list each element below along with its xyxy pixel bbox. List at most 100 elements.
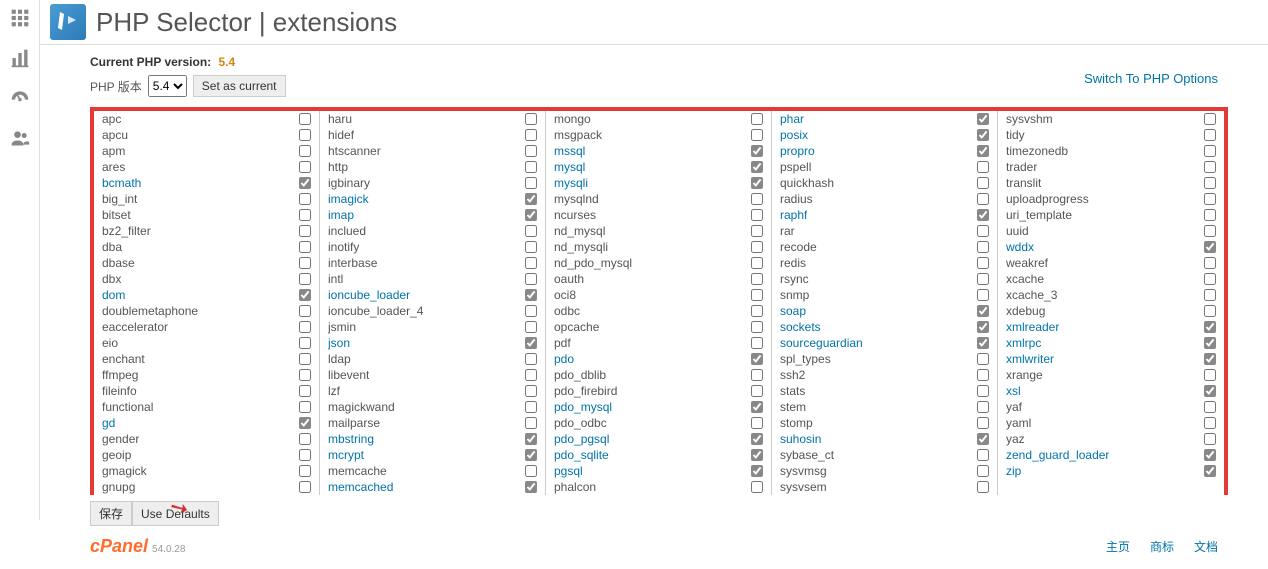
extension-checkbox[interactable] — [525, 161, 537, 173]
extension-checkbox[interactable] — [977, 401, 989, 413]
extension-item[interactable]: ssh2 — [772, 367, 997, 383]
extension-item[interactable]: sybase_ct — [772, 447, 997, 463]
extension-item[interactable]: zend_guard_loader — [998, 447, 1224, 463]
extension-item[interactable]: pdo_odbc — [546, 415, 771, 431]
extension-checkbox[interactable] — [977, 257, 989, 269]
extension-checkbox[interactable] — [299, 241, 311, 253]
extension-item[interactable]: magickwand — [320, 399, 545, 415]
extension-item[interactable]: yaf — [998, 399, 1224, 415]
extension-item[interactable]: stem — [772, 399, 997, 415]
extension-item[interactable]: mysqli — [546, 175, 771, 191]
extension-checkbox[interactable] — [299, 401, 311, 413]
extension-item[interactable]: xcache — [998, 271, 1224, 287]
extension-item[interactable]: gd — [94, 415, 319, 431]
extension-checkbox[interactable] — [977, 145, 989, 157]
extension-checkbox[interactable] — [751, 113, 763, 125]
extension-checkbox[interactable] — [751, 401, 763, 413]
extension-checkbox[interactable] — [1204, 433, 1216, 445]
extension-item[interactable]: nd_mysql — [546, 223, 771, 239]
extension-checkbox[interactable] — [1204, 369, 1216, 381]
extension-item[interactable]: dbx — [94, 271, 319, 287]
extension-checkbox[interactable] — [751, 129, 763, 141]
extension-checkbox[interactable] — [1204, 321, 1216, 333]
extension-checkbox[interactable] — [299, 289, 311, 301]
extension-item[interactable]: rsync — [772, 271, 997, 287]
extension-checkbox[interactable] — [299, 353, 311, 365]
extension-checkbox[interactable] — [1204, 353, 1216, 365]
extension-item[interactable]: imap — [320, 207, 545, 223]
extension-checkbox[interactable] — [1204, 257, 1216, 269]
extension-checkbox[interactable] — [977, 177, 989, 189]
extension-item[interactable]: sourceguardian — [772, 335, 997, 351]
extension-checkbox[interactable] — [525, 257, 537, 269]
extension-item[interactable]: xdebug — [998, 303, 1224, 319]
save-button[interactable]: 保存 — [90, 501, 132, 526]
extension-item[interactable]: sysvmsg — [772, 463, 997, 479]
extension-item[interactable]: memcache — [320, 463, 545, 479]
extension-checkbox[interactable] — [751, 321, 763, 333]
extension-checkbox[interactable] — [525, 129, 537, 141]
extension-checkbox[interactable] — [977, 353, 989, 365]
extension-item[interactable]: stomp — [772, 415, 997, 431]
extension-checkbox[interactable] — [525, 401, 537, 413]
extension-checkbox[interactable] — [977, 161, 989, 173]
extension-item[interactable]: bz2_filter — [94, 223, 319, 239]
extension-checkbox[interactable] — [299, 225, 311, 237]
extension-checkbox[interactable] — [1204, 305, 1216, 317]
extension-item[interactable]: ioncube_loader_4 — [320, 303, 545, 319]
extension-checkbox[interactable] — [751, 481, 763, 493]
extension-checkbox[interactable] — [525, 225, 537, 237]
extension-checkbox[interactable] — [977, 417, 989, 429]
extension-checkbox[interactable] — [299, 305, 311, 317]
extension-checkbox[interactable] — [525, 177, 537, 189]
extension-checkbox[interactable] — [299, 273, 311, 285]
extension-item[interactable]: opcache — [546, 319, 771, 335]
extension-item[interactable]: oci8 — [546, 287, 771, 303]
extension-checkbox[interactable] — [977, 209, 989, 221]
extension-item[interactable]: suhosin — [772, 431, 997, 447]
extension-item[interactable]: xmlrpc — [998, 335, 1224, 351]
extension-checkbox[interactable] — [751, 385, 763, 397]
extension-checkbox[interactable] — [751, 225, 763, 237]
extension-checkbox[interactable] — [977, 289, 989, 301]
extension-item[interactable]: ncurses — [546, 207, 771, 223]
extension-checkbox[interactable] — [1204, 241, 1216, 253]
extension-checkbox[interactable] — [977, 465, 989, 477]
extension-checkbox[interactable] — [525, 433, 537, 445]
extension-checkbox[interactable] — [977, 305, 989, 317]
extension-checkbox[interactable] — [525, 465, 537, 477]
extension-checkbox[interactable] — [977, 433, 989, 445]
extension-item[interactable]: lzf — [320, 383, 545, 399]
extension-checkbox[interactable] — [751, 145, 763, 157]
footer-link[interactable]: 商标 — [1150, 540, 1174, 554]
extension-checkbox[interactable] — [1204, 337, 1216, 349]
extension-checkbox[interactable] — [299, 177, 311, 189]
extension-checkbox[interactable] — [751, 433, 763, 445]
extension-checkbox[interactable] — [977, 225, 989, 237]
extension-item[interactable]: functional — [94, 399, 319, 415]
extension-checkbox[interactable] — [525, 321, 537, 333]
extension-item[interactable]: pdo_firebird — [546, 383, 771, 399]
extension-item[interactable]: uploadprogress — [998, 191, 1224, 207]
extension-item[interactable]: geoip — [94, 447, 319, 463]
extension-checkbox[interactable] — [751, 273, 763, 285]
extension-checkbox[interactable] — [977, 385, 989, 397]
extension-item[interactable]: timezonedb — [998, 143, 1224, 159]
extension-checkbox[interactable] — [299, 257, 311, 269]
extension-checkbox[interactable] — [299, 129, 311, 141]
extension-item[interactable]: xmlwriter — [998, 351, 1224, 367]
extension-item[interactable]: apm — [94, 143, 319, 159]
extension-checkbox[interactable] — [299, 337, 311, 349]
extension-checkbox[interactable] — [525, 273, 537, 285]
extension-checkbox[interactable] — [751, 353, 763, 365]
extension-item[interactable]: mcrypt — [320, 447, 545, 463]
extension-checkbox[interactable] — [1204, 161, 1216, 173]
extension-checkbox[interactable] — [751, 465, 763, 477]
extension-checkbox[interactable] — [751, 417, 763, 429]
extension-checkbox[interactable] — [977, 129, 989, 141]
footer-link[interactable]: 文档 — [1194, 540, 1218, 554]
extension-checkbox[interactable] — [299, 321, 311, 333]
extension-item[interactable]: bcmath — [94, 175, 319, 191]
extension-item[interactable]: xcache_3 — [998, 287, 1224, 303]
extension-checkbox[interactable] — [1204, 225, 1216, 237]
